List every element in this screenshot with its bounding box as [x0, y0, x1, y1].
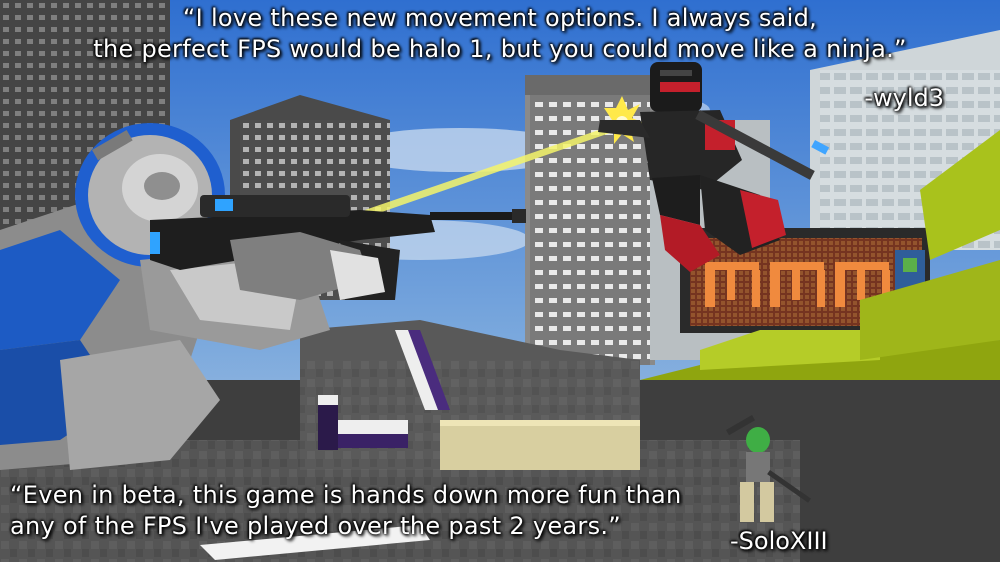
- top-quote-line-2: the perfect FPS would be halo 1, but you…: [93, 35, 907, 63]
- bottom-quote: “Even in beta, this game is hands down m…: [10, 480, 682, 542]
- game-screenshot-scene: [0, 0, 1000, 562]
- top-quote: “I love these new movement options. I al…: [0, 3, 1000, 65]
- bottom-quote-attribution: -SoloXIII: [730, 527, 828, 555]
- game-scene-art: [0, 0, 1000, 562]
- top-quote-line-1: “I love these new movement options. I al…: [182, 4, 818, 32]
- top-quote-attribution: -wyld3: [864, 84, 944, 112]
- bottom-quote-line-2: any of the FPS I've played over the past…: [10, 512, 622, 540]
- bottom-quote-line-1: “Even in beta, this game is hands down m…: [10, 481, 682, 509]
